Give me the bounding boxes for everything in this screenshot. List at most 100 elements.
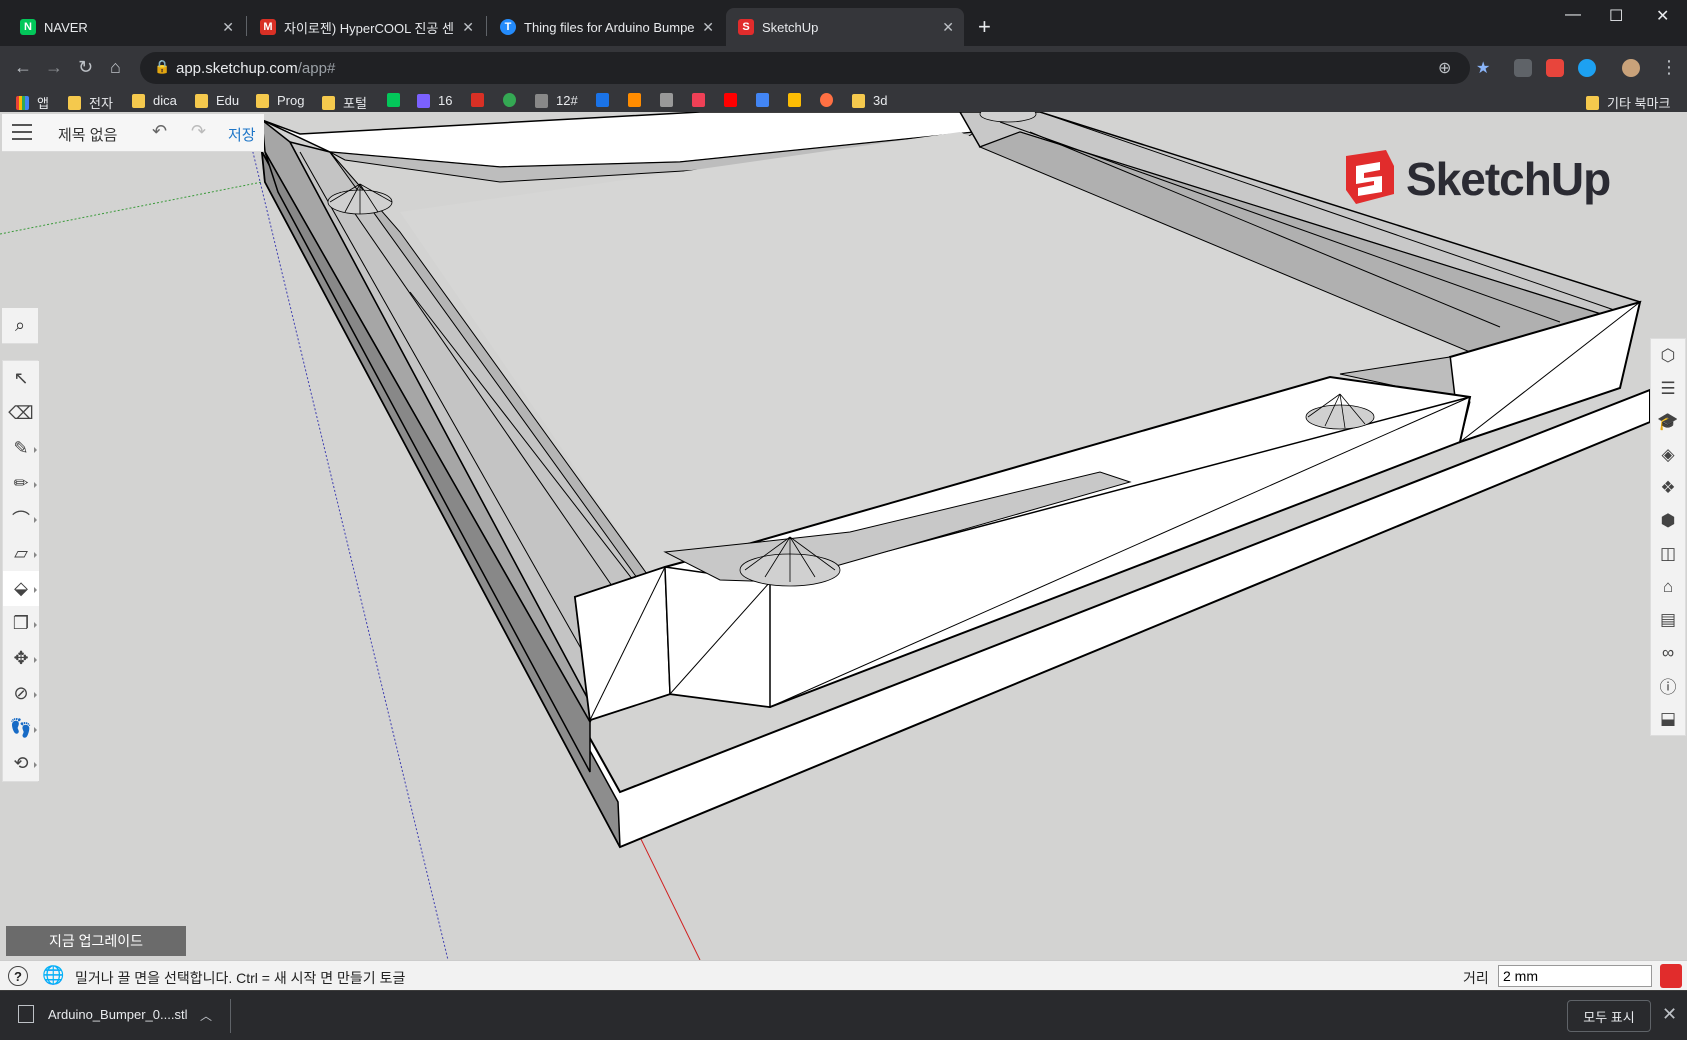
- bookmark-folder[interactable]: dica: [132, 93, 177, 108]
- forward-icon[interactable]: →: [45, 57, 63, 78]
- tape-measure-icon[interactable]: ⊘: [3, 676, 39, 711]
- address-bar[interactable]: 🔒 app.sketchup.com/app# ⊕ ★: [140, 52, 1490, 84]
- bookmark-folder[interactable]: 전자: [68, 93, 113, 112]
- instructor-icon[interactable]: 🎓: [1651, 405, 1685, 438]
- entity-info-icon[interactable]: ⬡: [1651, 339, 1685, 372]
- rectangle-icon[interactable]: ▱: [3, 536, 39, 571]
- bookmark-gmail[interactable]: [471, 93, 492, 107]
- reload-icon[interactable]: ↻: [78, 57, 93, 78]
- bookmark-folder[interactable]: 3d: [852, 93, 887, 108]
- offset-icon[interactable]: ❐: [3, 606, 39, 641]
- chevron-up-icon[interactable]: ︿: [200, 1007, 212, 1024]
- folder-icon: [132, 93, 145, 108]
- distance-input[interactable]: [1498, 965, 1652, 987]
- search-icon[interactable]: ⌕: [2, 308, 38, 344]
- star-icon[interactable]: ★: [1476, 58, 1490, 78]
- materials-icon[interactable]: ◈: [1651, 438, 1685, 471]
- select-icon[interactable]: ↖: [3, 361, 39, 396]
- bookmark-maps[interactable]: [788, 93, 809, 107]
- display-icon[interactable]: ∞: [1651, 636, 1685, 669]
- bookmark-folder[interactable]: Prog: [256, 93, 304, 108]
- push-pull-icon[interactable]: ⬙: [3, 571, 39, 606]
- tab-thingiverse[interactable]: T Thing files for Arduino Bumper ✕: [488, 8, 724, 46]
- tab-gmail[interactable]: M 자이로젠) HyperCOOL 진공 센서 ✕: [248, 8, 484, 46]
- download-item[interactable]: Arduino_Bumper_0....stl: [18, 1005, 187, 1023]
- styles-icon[interactable]: ◫: [1651, 537, 1685, 570]
- naver-icon: N: [20, 19, 36, 35]
- document-title[interactable]: 제목 없음: [58, 124, 117, 145]
- paint-icon[interactable]: ✎: [3, 431, 39, 466]
- calendar-icon: [596, 93, 609, 107]
- bookmark-youtube[interactable]: [724, 93, 745, 107]
- close-window-icon[interactable]: ✕: [1656, 6, 1669, 26]
- bookmark-site[interactable]: [820, 93, 841, 107]
- move-icon[interactable]: ✥: [3, 641, 39, 676]
- model-viewport[interactable]: 제목 없음 ↶ ↷ 저장 SketchUp ⌕ ↖ ⌫ ✎ ✏ ⌒ ▱ ⬙ ❐ …: [0, 112, 1687, 960]
- add-icon[interactable]: ⊕: [1438, 58, 1451, 78]
- scenes-icon[interactable]: ▤: [1651, 603, 1685, 636]
- hamburger-menu-icon[interactable]: [12, 124, 32, 140]
- bookmark-apps[interactable]: 앱: [16, 93, 49, 112]
- minimize-icon[interactable]: —: [1565, 6, 1581, 24]
- tags-icon[interactable]: ⌂: [1651, 570, 1685, 603]
- extension-icon[interactable]: [1546, 59, 1564, 77]
- bookmark-site[interactable]: 16: [417, 93, 452, 108]
- extension-icon[interactable]: [1514, 59, 1532, 77]
- close-icon[interactable]: ✕: [1662, 1004, 1677, 1025]
- sketchup-logo-icon: [1346, 150, 1394, 204]
- home-icon[interactable]: ⌂: [110, 57, 121, 78]
- new-tab-button[interactable]: +: [978, 14, 991, 40]
- walk-icon[interactable]: 👣: [3, 711, 39, 746]
- site-icon: [535, 93, 548, 108]
- tab-sketchup[interactable]: S SketchUp ✕: [726, 8, 964, 46]
- pencil-icon[interactable]: ✏: [3, 466, 39, 501]
- bookmark-site[interactable]: [628, 93, 649, 107]
- bookmark-calendar[interactable]: [596, 93, 617, 107]
- document-header: 제목 없음 ↶ ↷ 저장: [2, 114, 264, 152]
- close-icon[interactable]: ✕: [462, 19, 474, 36]
- bookmark-other[interactable]: 기타 북마크: [1586, 93, 1670, 112]
- folder-icon: [322, 95, 335, 110]
- bookmark-pocket[interactable]: [692, 93, 713, 107]
- bookmark-naver[interactable]: [387, 93, 408, 107]
- url-path: /app#: [297, 59, 336, 77]
- eraser-icon[interactable]: ⌫: [3, 396, 39, 431]
- help-icon[interactable]: ?: [8, 966, 28, 986]
- solid-tools-icon[interactable]: ⬢: [1651, 504, 1685, 537]
- bookmark-folder[interactable]: 포털: [322, 93, 367, 112]
- tab-title: NAVER: [44, 19, 88, 35]
- site-icon: [628, 93, 641, 107]
- bookmark-site[interactable]: [660, 93, 681, 107]
- orbit-icon[interactable]: ⟲: [3, 746, 39, 781]
- 3d-warehouse-icon[interactable]: ⬓: [1651, 702, 1685, 735]
- arc-icon[interactable]: ⌒: [3, 501, 39, 536]
- back-icon[interactable]: ←: [14, 57, 32, 78]
- model-info-icon[interactable]: ⓘ: [1651, 669, 1685, 702]
- maximize-icon[interactable]: ☐: [1609, 6, 1623, 26]
- model-canvas[interactable]: [0, 112, 1687, 960]
- globe-icon[interactable]: 🌐: [42, 965, 64, 986]
- save-button[interactable]: 저장: [228, 124, 256, 145]
- profile-avatar[interactable]: [1622, 59, 1640, 77]
- bookmark-site[interactable]: 12#: [535, 93, 578, 108]
- close-icon[interactable]: ✕: [942, 19, 954, 36]
- components-icon[interactable]: ❖: [1651, 471, 1685, 504]
- redo-icon[interactable]: ↷: [191, 121, 206, 142]
- bookmark-site[interactable]: [503, 93, 524, 107]
- close-icon[interactable]: ✕: [222, 19, 234, 36]
- naver-icon: [387, 93, 400, 107]
- menu-icon[interactable]: ⋮: [1660, 57, 1678, 78]
- bookmark-translate[interactable]: [756, 93, 777, 107]
- outliner-icon[interactable]: ☰: [1651, 372, 1685, 405]
- upgrade-now-button[interactable]: 지금 업그레이드: [6, 926, 186, 956]
- tab-naver[interactable]: N NAVER ✕: [8, 8, 244, 46]
- status-bar: ? 🌐 밀거나 끌 면을 선택합니다. Ctrl = 새 시작 면 만들기 토글…: [0, 960, 1687, 990]
- extension-icon[interactable]: [1578, 59, 1596, 77]
- undo-icon[interactable]: ↶: [152, 121, 167, 142]
- close-icon[interactable]: ✕: [702, 19, 714, 36]
- bookmarks-bar: 앱 전자 dica Edu Prog 포털 16 12# 3d 기타 북마크: [0, 90, 1687, 112]
- sketchup-status-icon: [1660, 964, 1682, 988]
- tab-strip: N NAVER ✕ M 자이로젠) HyperCOOL 진공 센서 ✕ T Th…: [0, 0, 1687, 46]
- bookmark-folder[interactable]: Edu: [195, 93, 239, 108]
- show-all-button[interactable]: 모두 표시: [1567, 1000, 1651, 1032]
